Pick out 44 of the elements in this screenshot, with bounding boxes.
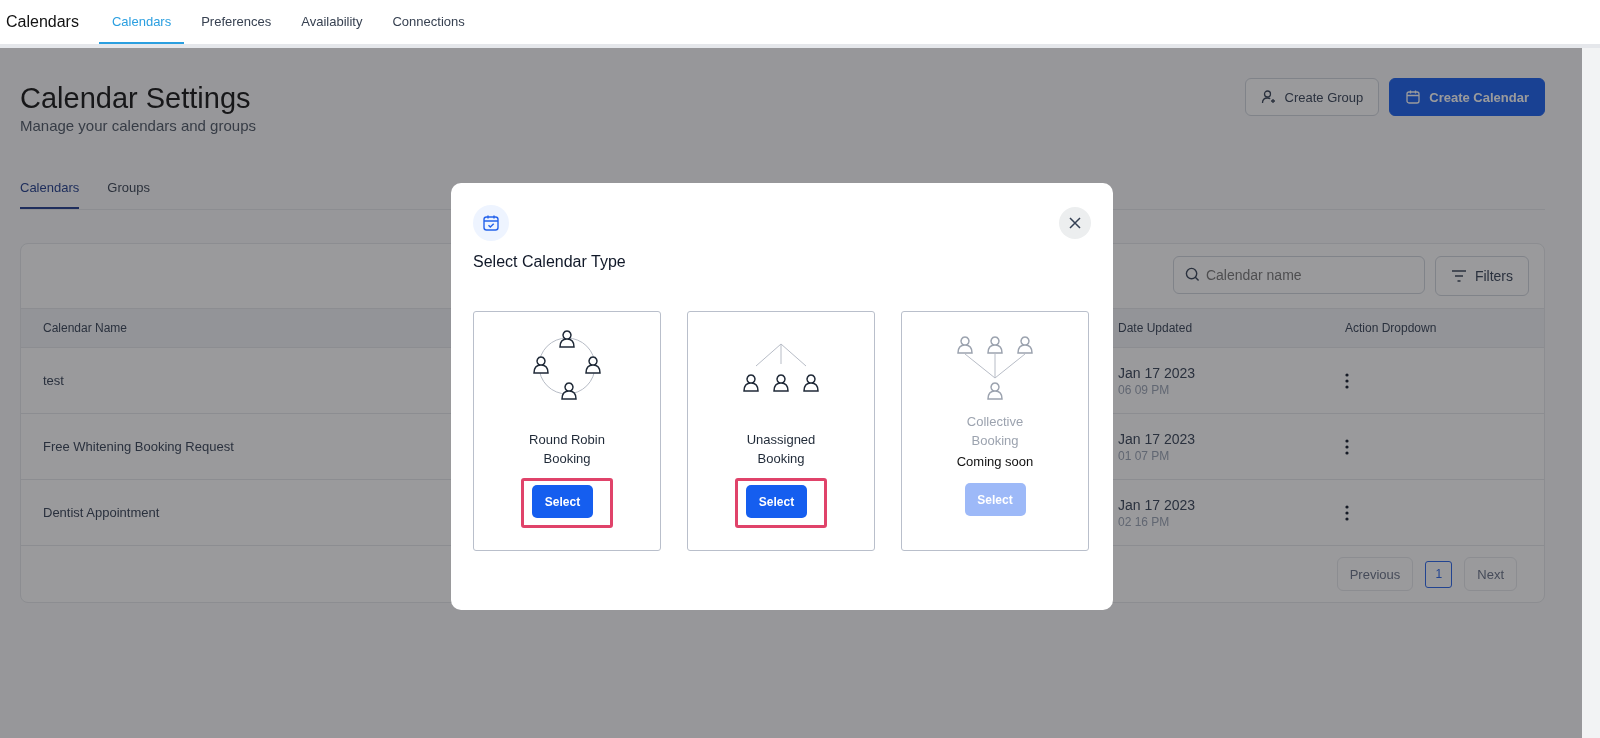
option-note: Coming soon xyxy=(956,454,1034,469)
date-updated: Jan 17 2023 xyxy=(1118,430,1196,447)
calendar-name: Free Whitening Booking Request xyxy=(43,439,234,454)
column-header: Action Dropdown xyxy=(1344,321,1438,335)
select-button[interactable]: Select xyxy=(746,485,807,518)
more-options-icon[interactable] xyxy=(1345,504,1349,521)
section-tab[interactable]: Calendars xyxy=(20,180,80,209)
next-button[interactable]: Next xyxy=(1464,557,1517,591)
time-updated: 01 07 PM xyxy=(1118,448,1171,463)
create-calendar-button[interactable]: Create Calendar xyxy=(1389,78,1545,116)
column-header: Date Updated xyxy=(1118,321,1193,335)
nav-tab[interactable]: Availability xyxy=(288,0,376,44)
section-tab[interactable]: Groups xyxy=(107,180,150,209)
date-updated: Jan 17 2023 xyxy=(1118,496,1196,513)
nav-tab[interactable]: Connections xyxy=(379,0,478,44)
column-header: Calendar Name xyxy=(43,321,128,335)
page-title: Calendar Settings xyxy=(20,82,252,115)
more-options-icon[interactable] xyxy=(1345,372,1349,389)
search-field[interactable]: Calendar name xyxy=(1172,256,1425,294)
calendar-check-icon xyxy=(473,205,509,241)
option-label: Round Robin Booking xyxy=(528,431,606,468)
calendar-icon xyxy=(1405,89,1422,105)
page-subtitle: Manage your calendars and groups xyxy=(20,117,256,134)
app-title: Calendars xyxy=(6,13,79,31)
nav-tab[interactable]: Calendars xyxy=(98,0,185,44)
calendar-name: test xyxy=(43,373,64,388)
modal-title: Select Calendar Type xyxy=(473,253,627,271)
previous-button[interactable]: Previous xyxy=(1336,557,1414,591)
date-updated: Jan 17 2023 xyxy=(1118,364,1196,381)
nav-tab[interactable]: Preferences xyxy=(188,0,285,44)
option-label: Collective Booking xyxy=(965,413,1025,450)
select-button[interactable]: Select xyxy=(532,485,593,518)
filter-icon xyxy=(1450,269,1467,283)
calendar-name: Dentist Appointment xyxy=(43,505,160,520)
filters-button[interactable]: Filters xyxy=(1434,256,1529,296)
create-group-button[interactable]: Create Group xyxy=(1244,78,1380,116)
page-number[interactable]: 1 xyxy=(1425,560,1453,588)
time-updated: 02 16 PM xyxy=(1118,514,1171,529)
close-icon xyxy=(1069,217,1081,229)
search-icon xyxy=(1184,267,1200,282)
close-button[interactable] xyxy=(1059,207,1091,239)
more-options-icon[interactable] xyxy=(1345,438,1349,455)
person-plus-icon xyxy=(1260,89,1277,105)
option-label: Unassigned Booking xyxy=(745,431,817,468)
